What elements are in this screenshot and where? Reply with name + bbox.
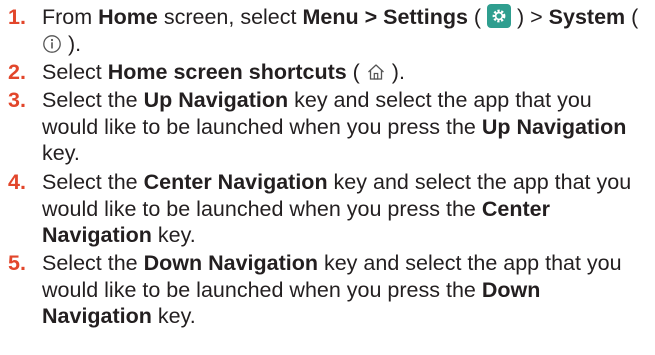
bold-term: Center Navigation [143,170,328,194]
step-text: Select the Center Navigation key and sel… [8,169,651,249]
text-run: Select the [42,251,144,275]
bold-term: System [548,5,626,29]
text-run: From [42,5,99,29]
step-number: 1. [8,5,26,29]
step-text: Select the Up Navigation key and select … [8,87,651,167]
text-run: Select the [42,88,144,112]
step-number: 3. [8,88,26,112]
text-run: ). [385,60,405,84]
step-number: 4. [8,170,26,194]
step-text: Select Home screen shortcuts ( ). [8,59,651,89]
text-run: screen, select [157,5,303,29]
bold-term: Down Navigation [143,251,318,275]
text-run: key. [151,223,196,248]
step-text: Select the Down Navigation key and selec… [8,250,651,330]
step-4: 4. Select the Center Navigation key and … [8,169,651,249]
bold-term: Menu > Settings [302,5,468,29]
step-3: 3. Select the Up Navigation key and sele… [8,87,651,167]
step-text: From Home screen, select Menu > Settings… [8,4,651,60]
step-5: 5. Select the Down Navigation key and se… [8,250,651,330]
step-number: 2. [8,60,26,84]
text-run: ). [62,31,82,56]
step-2: 2. Select Home screen shortcuts ( ). [8,59,651,89]
bold-term: Up Navigation [143,88,289,112]
text-run: ( [467,5,488,29]
bold-term: Home screen shortcuts [107,60,347,84]
home-icon [366,62,386,89]
text-run: Select the [42,170,144,194]
info-icon [42,34,62,61]
step-number: 5. [8,251,26,275]
bold-term: Home [98,5,158,29]
text-run: ( [625,5,639,29]
bold-term: Up Navigation [481,114,627,139]
text-run: ( [346,60,366,84]
text-run: ) > [511,5,549,29]
step-1: 1. From Home screen, select Menu > Setti… [8,4,651,60]
text-run: Select [42,60,108,84]
text-run: key. [42,141,80,166]
text-run: key. [151,304,196,329]
settings-gear-icon [487,4,512,28]
